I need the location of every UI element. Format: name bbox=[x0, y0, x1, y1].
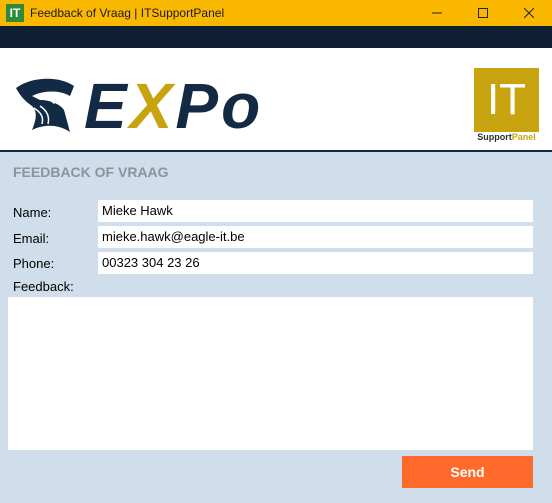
itsupportpanel-logo: IT SupportPanel bbox=[474, 68, 539, 144]
close-icon bbox=[524, 8, 534, 18]
email-field[interactable] bbox=[98, 226, 533, 248]
eagle-logo-icon bbox=[16, 78, 74, 132]
close-button[interactable] bbox=[506, 0, 552, 26]
maximize-button[interactable] bbox=[460, 0, 506, 26]
name-label: Name: bbox=[13, 205, 52, 220]
send-button[interactable]: Send bbox=[402, 456, 533, 488]
minimize-button[interactable] bbox=[414, 0, 460, 26]
banner-spacer bbox=[0, 48, 552, 60]
minimize-icon bbox=[432, 12, 442, 14]
name-field[interactable] bbox=[98, 200, 533, 222]
maximize-icon bbox=[478, 8, 488, 18]
app-icon: IT bbox=[6, 4, 24, 22]
phone-label: Phone: bbox=[13, 256, 55, 271]
expo-logo-text: EXPo bbox=[84, 70, 264, 142]
window-title: Feedback of Vraag | ITSupportPanel bbox=[30, 6, 225, 20]
feedback-label: Feedback: bbox=[13, 279, 74, 294]
window-titlebar[interactable]: IT Feedback of Vraag | ITSupportPanel bbox=[0, 0, 552, 26]
page-title: FEEDBACK OF VRAAG bbox=[13, 164, 169, 180]
top-strip bbox=[0, 26, 552, 48]
feedback-textarea[interactable] bbox=[8, 297, 533, 450]
it-logo-box: IT bbox=[474, 68, 539, 132]
it-logo-caption: SupportPanel bbox=[477, 132, 536, 142]
email-label: Email: bbox=[13, 231, 50, 246]
logo-banner: EXPo IT SupportPanel bbox=[0, 60, 552, 152]
phone-field[interactable] bbox=[98, 252, 533, 274]
